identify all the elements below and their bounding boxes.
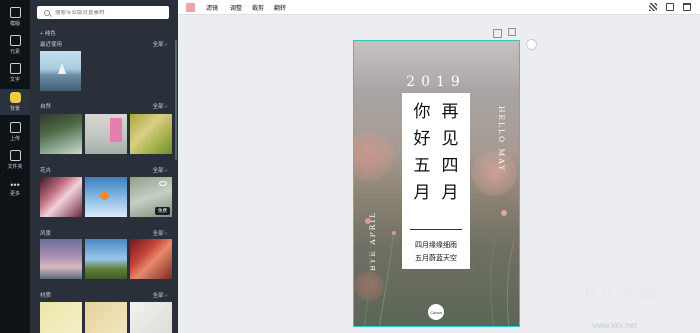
filter-button[interactable]: 滤镜 bbox=[206, 3, 218, 12]
thumbnail-landscape-1[interactable] bbox=[40, 239, 82, 279]
rail-item-label: 上传 bbox=[9, 136, 20, 142]
rotate-icon[interactable] bbox=[526, 39, 537, 50]
lock-icon[interactable] bbox=[666, 3, 674, 11]
search-input[interactable] bbox=[55, 9, 165, 16]
poster-year: 2019 bbox=[406, 74, 466, 90]
thumbnail-flowers-2[interactable] bbox=[85, 177, 127, 217]
text-icon bbox=[9, 63, 21, 74]
background-icon bbox=[9, 92, 21, 103]
grass-decoration bbox=[363, 210, 515, 326]
background-panel: + 纯色 最近使用 全部 › 自然 全部 › 花卉 全部 › 免费 风景 全部 … bbox=[30, 0, 178, 333]
trash-icon[interactable] bbox=[683, 3, 691, 11]
orange-flower bbox=[100, 191, 109, 200]
flip-button[interactable]: 翻转 bbox=[274, 3, 286, 12]
section-title: 风景 bbox=[40, 231, 52, 237]
rail-item-elements[interactable]: 元素 bbox=[0, 32, 30, 58]
free-badge: 免费 bbox=[155, 207, 170, 215]
rail-item-text[interactable]: 文字 bbox=[0, 60, 30, 86]
thumbnail-texture-3[interactable] bbox=[130, 302, 172, 333]
watermark-logo: KK下载 bbox=[585, 281, 658, 303]
search-icon bbox=[44, 9, 50, 16]
rail-item-label: 模版 bbox=[9, 21, 20, 27]
thumbnail-sailboat[interactable] bbox=[40, 51, 81, 91]
rail-item-templates[interactable]: 模版 bbox=[0, 4, 30, 30]
upload-icon bbox=[9, 122, 21, 133]
rail-item-label: 更多 bbox=[9, 190, 20, 197]
rail-item-folder[interactable]: 文件夹 bbox=[0, 147, 30, 173]
design-poster[interactable]: 2019 你 好 五 月 再 见 四 月 四月缘缘细雨 五月蔚蓝天空 HELLO… bbox=[353, 40, 520, 327]
pure-color-button[interactable]: + 纯色 bbox=[40, 29, 56, 37]
thumbnail-landscape-2[interactable] bbox=[85, 239, 127, 279]
color-swatch[interactable] bbox=[186, 3, 195, 12]
poster-char: 再 bbox=[441, 102, 459, 122]
section-more-link[interactable]: 全部 › bbox=[153, 40, 167, 48]
rail-item-label: 文字 bbox=[9, 77, 20, 83]
thumbnail-flowers-1[interactable] bbox=[40, 177, 82, 217]
rail-item-label: 文件夹 bbox=[7, 164, 23, 170]
section-title: 自然 bbox=[40, 104, 52, 110]
rail-item-upload[interactable]: 上传 bbox=[0, 119, 30, 145]
crop-button[interactable]: 裁剪 bbox=[252, 3, 264, 12]
panel-scrollbar[interactable] bbox=[175, 40, 177, 160]
comment-icon[interactable] bbox=[493, 29, 502, 38]
thumbnail-texture-2[interactable] bbox=[85, 302, 127, 333]
top-toolbar: 滤镜 调整 裁剪 翻转 bbox=[178, 0, 700, 15]
watermark-url: www.kkx.net bbox=[592, 321, 637, 330]
thumbnail-landscape-3[interactable] bbox=[130, 239, 172, 279]
thumbnail-nature-2[interactable] bbox=[85, 114, 127, 154]
sailboat-shape bbox=[58, 63, 66, 74]
preview-eye-icon[interactable] bbox=[159, 181, 167, 186]
transparency-icon[interactable] bbox=[649, 3, 657, 11]
rail-item-label: 元素 bbox=[9, 49, 20, 55]
section-more-link[interactable]: 全部 › bbox=[153, 166, 167, 174]
pink-block bbox=[110, 118, 122, 142]
thumbnail-nature-1[interactable] bbox=[40, 114, 82, 154]
poster-char: 见 bbox=[441, 129, 459, 149]
section-title: 最近使用 bbox=[40, 42, 63, 48]
rail-item-label: 背景 bbox=[9, 106, 20, 112]
search-box[interactable] bbox=[37, 6, 169, 19]
thumbnail-flowers-3[interactable]: 免费 bbox=[130, 177, 172, 217]
poster-char: 好 bbox=[413, 129, 431, 149]
section-more-link[interactable]: 全部 › bbox=[153, 102, 167, 110]
rail-item-more[interactable]: ••• 更多 bbox=[0, 176, 30, 202]
thumbnail-nature-3[interactable] bbox=[130, 114, 172, 154]
elements-icon bbox=[9, 35, 21, 46]
thumbnail-texture-1[interactable] bbox=[40, 302, 82, 333]
more-icon: ••• bbox=[10, 179, 20, 190]
folder-icon bbox=[9, 150, 21, 161]
copy-icon[interactable] bbox=[508, 28, 516, 36]
template-icon bbox=[9, 7, 21, 18]
adjust-button[interactable]: 调整 bbox=[230, 3, 242, 12]
rail-item-background[interactable]: 背景 bbox=[0, 89, 30, 115]
section-more-link[interactable]: 全部 › bbox=[153, 291, 167, 299]
section-title: 材质 bbox=[40, 293, 52, 299]
left-rail: 模版 元素 文字 背景 上传 文件夹 ••• 更多 bbox=[0, 0, 30, 333]
section-title: 花卉 bbox=[40, 168, 52, 174]
section-more-link[interactable]: 全部 › bbox=[153, 229, 167, 237]
poster-char: 你 bbox=[413, 102, 431, 122]
